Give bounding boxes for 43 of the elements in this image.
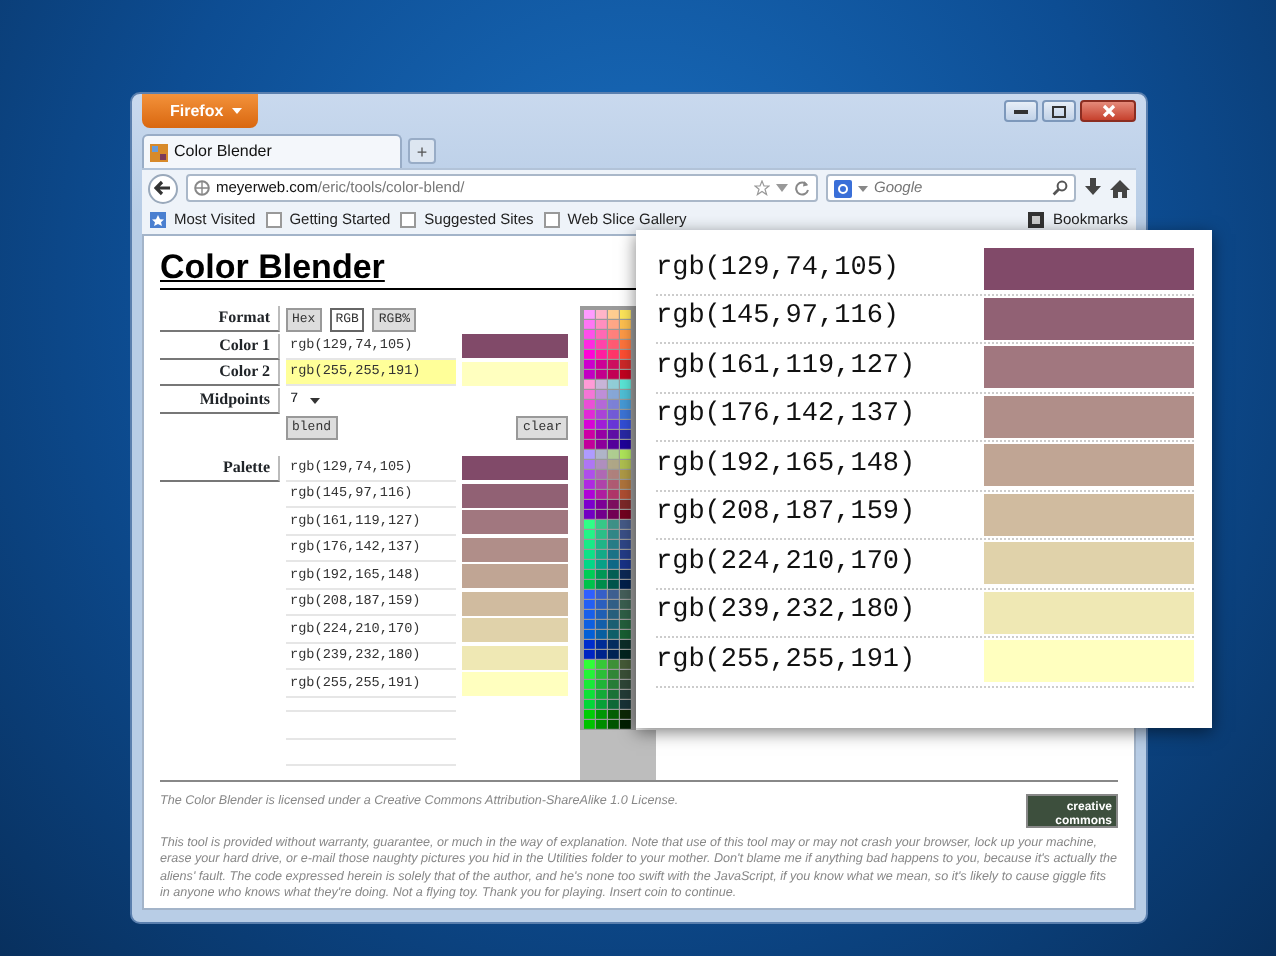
- download-icon[interactable]: [1084, 178, 1102, 198]
- color-grid-drawing[interactable]: [580, 306, 636, 730]
- dropdown-icon[interactable]: [776, 184, 788, 192]
- form-label: Format: [160, 306, 280, 333]
- close-button[interactable]: [1080, 100, 1136, 122]
- dropdown-icon[interactable]: [858, 185, 868, 191]
- callout-value: rgb(192,165,148): [656, 447, 916, 484]
- form-label: Color 1: [160, 333, 280, 360]
- new-tab-button[interactable]: +: [408, 138, 436, 164]
- bookmarks-icon: [1028, 212, 1045, 228]
- caret-icon: [231, 108, 242, 114]
- callout-value: rgb(208,187,159): [656, 496, 916, 533]
- minimize-icon: [1014, 110, 1028, 114]
- callout-value: rgb(176,142,137): [656, 398, 916, 435]
- swatch-tray: [580, 730, 656, 780]
- globe-icon: [194, 180, 210, 196]
- form-label: Midpoints: [160, 387, 280, 414]
- back-arrow-icon: [154, 180, 172, 196]
- browser-tab[interactable]: Color Blender: [142, 134, 402, 168]
- callout-value: rgb(161,119,127): [656, 349, 916, 386]
- page-icon: [265, 212, 282, 228]
- close-icon: [1101, 104, 1115, 118]
- callout-value: rgb(145,97,116): [656, 300, 900, 337]
- callout-value: rgb(255,255,191): [656, 643, 916, 680]
- callout-value: rgb(224,210,170): [656, 545, 916, 582]
- callout-value: rgb(129,74,105): [656, 251, 900, 288]
- home-icon[interactable]: [1110, 179, 1130, 197]
- search-icon[interactable]: [1052, 180, 1068, 196]
- page-icon: [400, 212, 417, 228]
- back-button[interactable]: [148, 173, 178, 203]
- form-label: Palette: [160, 455, 280, 482]
- callout-value: rgb(239,232,180): [656, 594, 916, 631]
- form-label: Color 2: [160, 360, 280, 387]
- favicon-icon: [150, 143, 168, 161]
- star-icon[interactable]: [754, 180, 770, 196]
- maximize-icon: [1052, 105, 1066, 117]
- minimize-button[interactable]: [1004, 100, 1038, 122]
- caret-icon: [310, 397, 321, 404]
- reload-icon[interactable]: [794, 180, 810, 196]
- page-icon: [543, 212, 560, 228]
- maximize-button[interactable]: [1042, 100, 1076, 122]
- search-engine-icon[interactable]: [834, 179, 852, 197]
- bookmark-star-icon: [150, 212, 166, 228]
